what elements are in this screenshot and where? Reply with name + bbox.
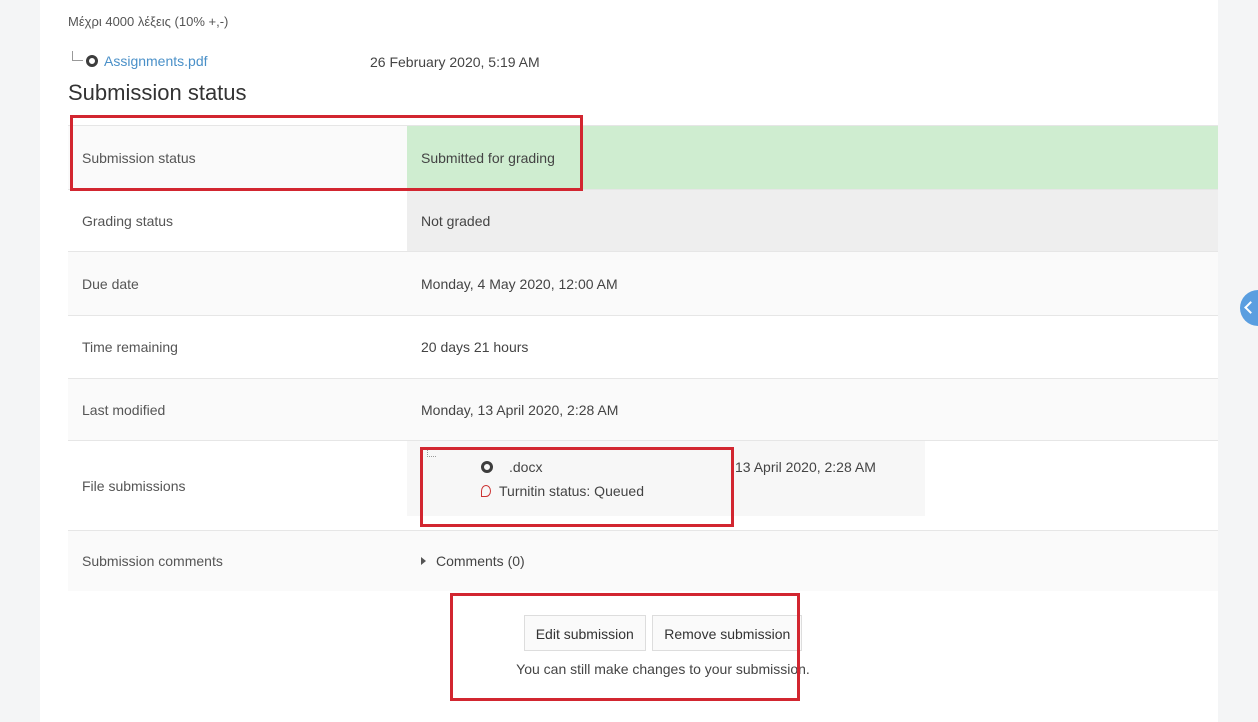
row-value: Monday, 4 May 2020, 12:00 AM — [407, 251, 1218, 316]
row-value: 20 days 21 hours — [407, 315, 1218, 379]
tree-line-icon — [72, 51, 83, 61]
row-due-date: Due date Monday, 4 May 2020, 12:00 AM — [68, 251, 1218, 316]
caret-right-icon — [421, 556, 426, 565]
comments-toggle[interactable]: Comments (0) — [421, 553, 1218, 569]
row-submission-comments: Submission comments Comments (0) — [68, 530, 1218, 591]
row-time-remaining: Time remaining 20 days 21 hours — [68, 315, 1218, 379]
turnitin-status: Turnitin status: Queued — [499, 483, 645, 499]
file-submissions-cell: .docx Turnitin status: Queued 13 April 2… — [407, 440, 1218, 531]
row-value: Not graded — [407, 189, 1218, 252]
row-label: Grading status — [68, 189, 407, 252]
submission-status-table: Submission status Submitted for grading … — [68, 125, 1218, 591]
remove-submission-button[interactable]: Remove submission — [652, 615, 803, 651]
row-label: Due date — [68, 251, 407, 316]
edit-submission-button[interactable]: Edit submission — [523, 615, 646, 651]
comments-cell: Comments (0) — [407, 530, 1218, 591]
file-submission-date: 13 April 2020, 2:28 AM — [735, 459, 876, 475]
row-file-submissions: File submissions .docx Turnitin status: … — [68, 440, 1218, 531]
comments-label: Comments (0) — [436, 552, 525, 569]
row-value: Submitted for grading — [407, 125, 1218, 190]
turnitin-icon — [481, 485, 491, 497]
assignment-page: Μέχρι 4000 λέξεις (10% +,-) Assignments.… — [40, 0, 1218, 722]
chevron-left-icon[interactable] — [1240, 290, 1258, 326]
submission-actions: Edit submission Remove submission You ca… — [490, 615, 836, 677]
file-submission-item: .docx Turnitin status: Queued 13 April 2… — [407, 441, 925, 516]
file-icon — [481, 461, 493, 473]
assignment-attachment: Assignments.pdf — [72, 51, 208, 69]
row-label: Submission status — [68, 125, 407, 190]
submitted-file-link[interactable]: .docx — [509, 459, 542, 475]
file-icon — [86, 55, 98, 67]
row-label: Time remaining — [68, 315, 407, 379]
assignment-intro-text: Μέχρι 4000 λέξεις (10% +,-) — [68, 14, 229, 29]
row-submission-status: Submission status Submitted for grading — [68, 125, 1218, 190]
row-last-modified: Last modified Monday, 13 April 2020, 2:2… — [68, 378, 1218, 441]
attachment-date: 26 February 2020, 5:19 AM — [370, 54, 540, 70]
attachment-link[interactable]: Assignments.pdf — [104, 53, 208, 69]
row-label: File submissions — [68, 440, 407, 531]
row-grading-status: Grading status Not graded — [68, 189, 1218, 252]
changes-hint: You can still make changes to your submi… — [516, 661, 810, 677]
row-label: Last modified — [68, 378, 407, 441]
row-label: Submission comments — [68, 530, 407, 591]
tree-line-icon — [427, 449, 436, 457]
section-title: Submission status — [68, 80, 247, 105]
row-value: Monday, 13 April 2020, 2:28 AM — [407, 378, 1218, 441]
